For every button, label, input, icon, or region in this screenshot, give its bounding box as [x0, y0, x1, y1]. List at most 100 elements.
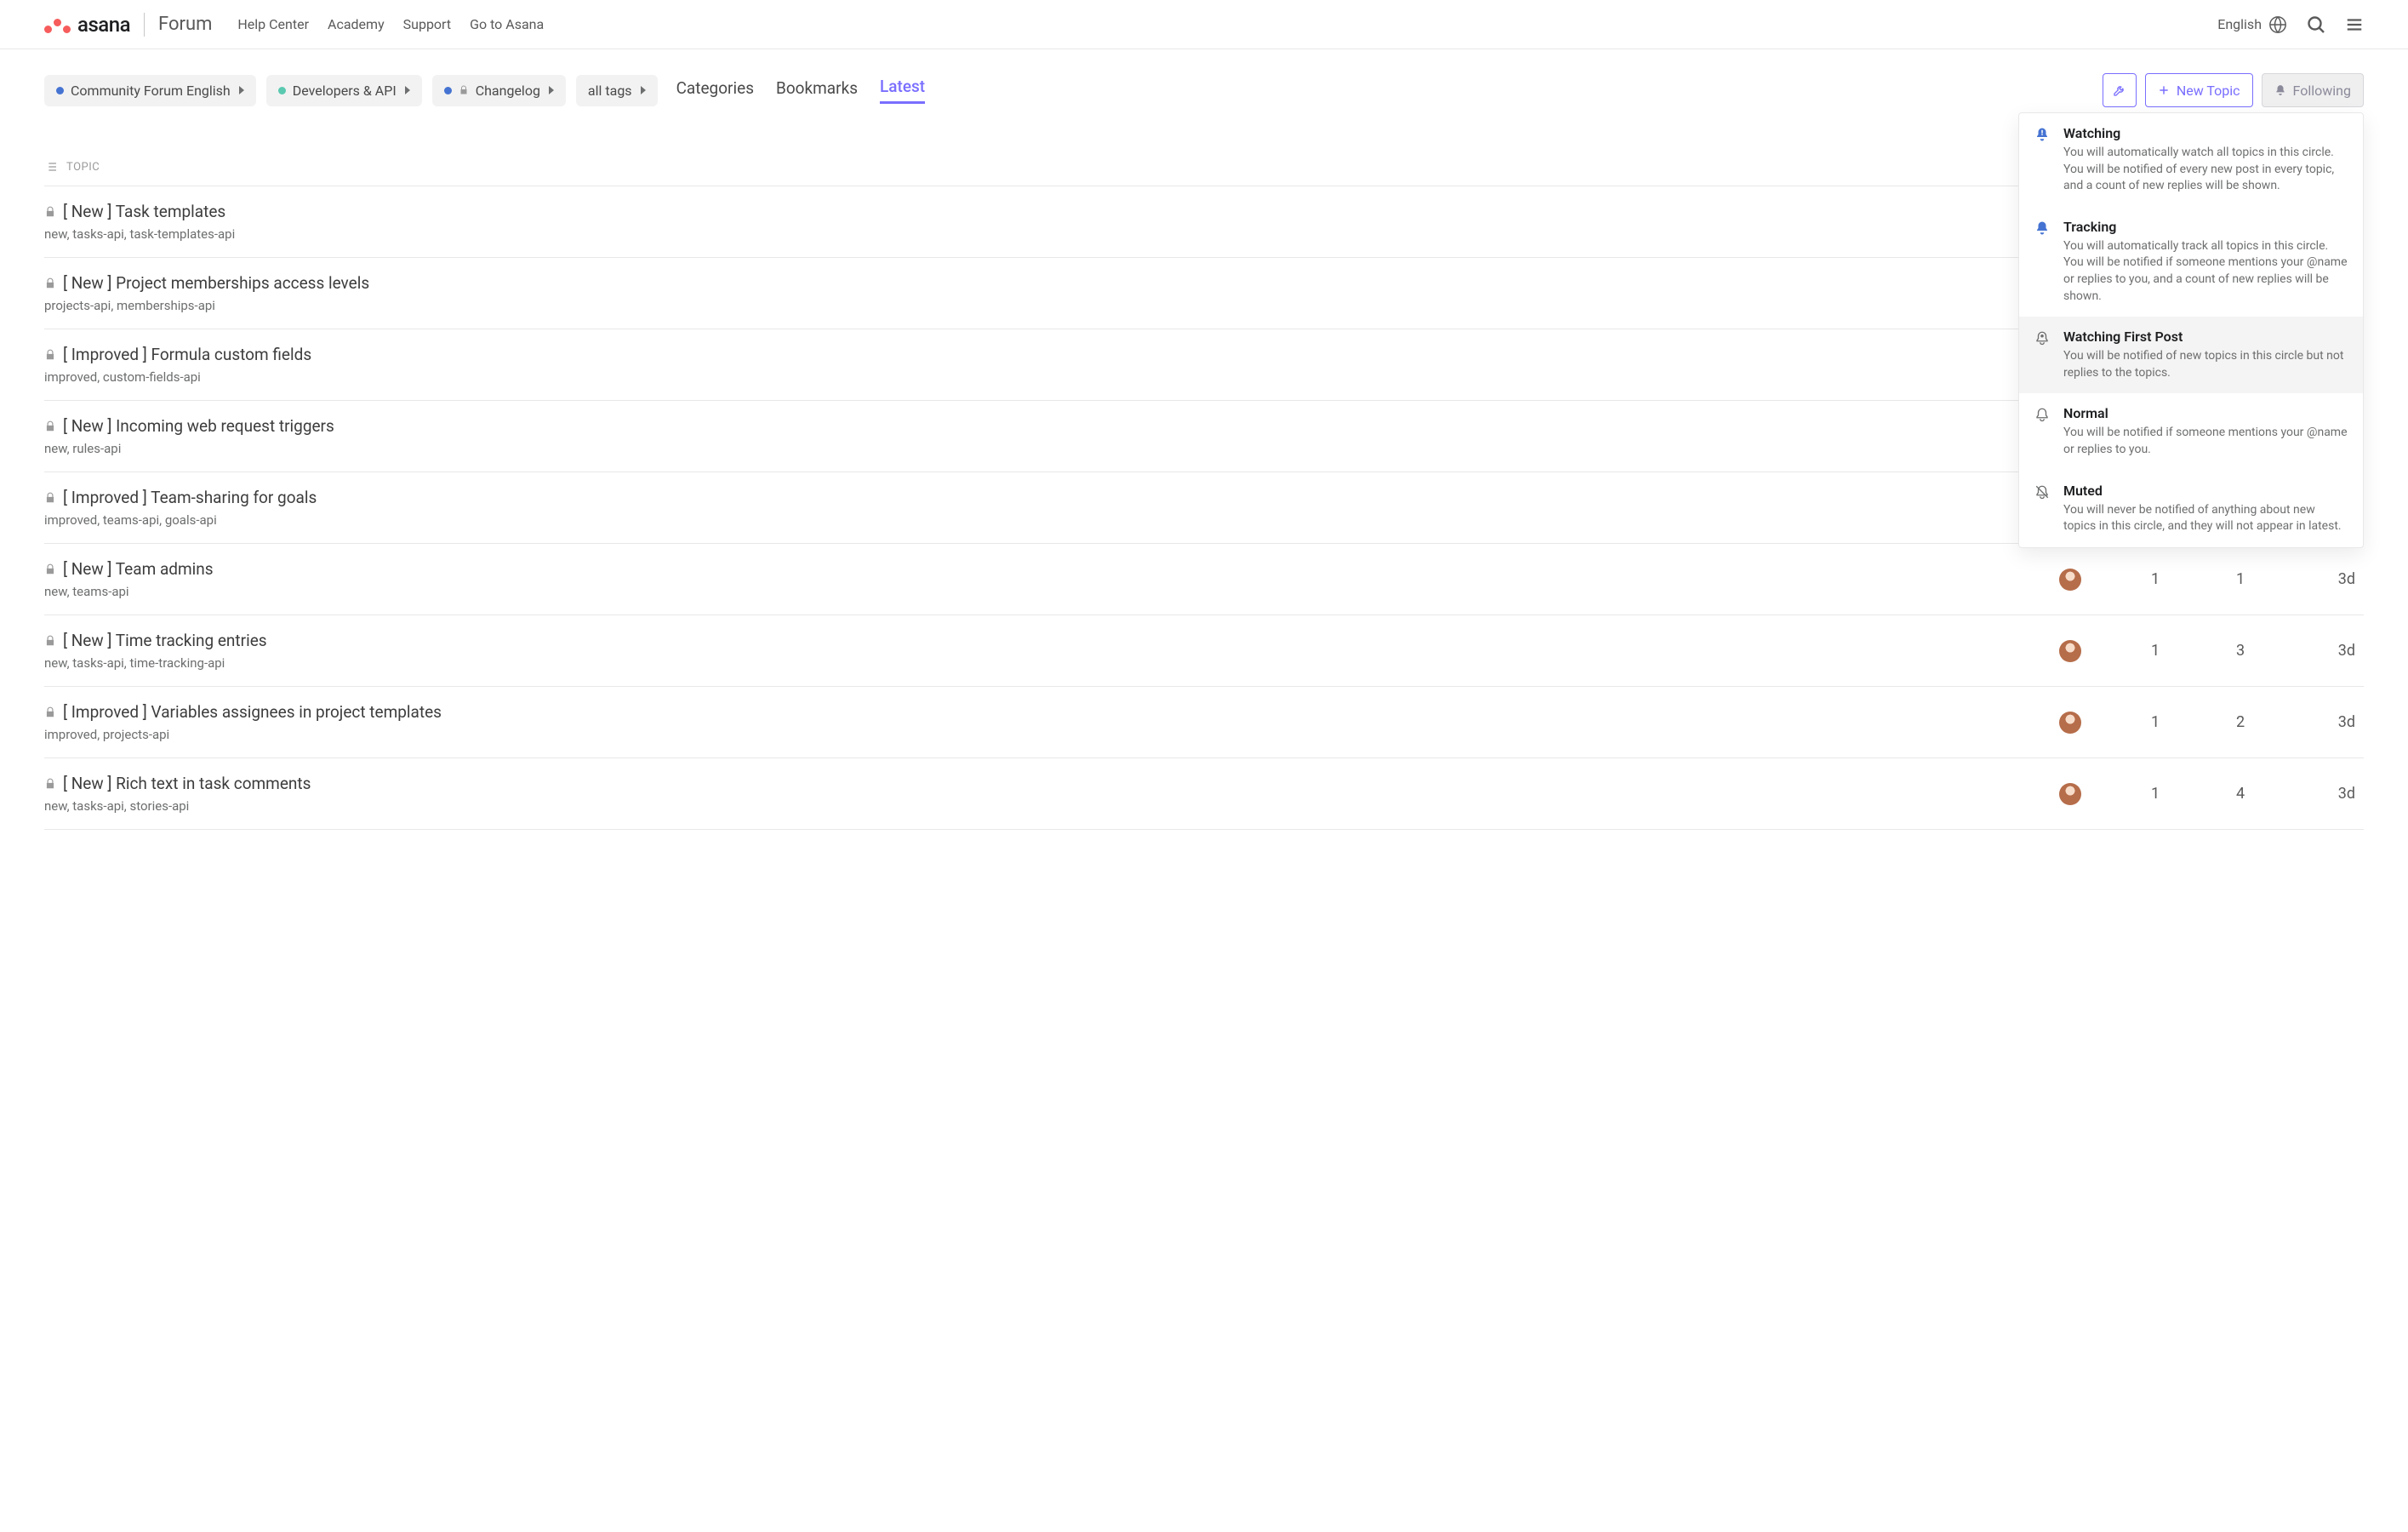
category-filter-2-label: Developers & API	[293, 83, 397, 99]
topic-tags: improved, teams-api, goals-api	[44, 512, 2023, 528]
category-color-icon	[278, 87, 286, 94]
language-selector[interactable]: English	[2217, 15, 2287, 34]
bell-icon	[2034, 220, 2050, 236]
asana-logo-icon	[44, 20, 71, 28]
tab-categories[interactable]: Categories	[676, 78, 754, 103]
dropdown-option-title: Watching	[2063, 125, 2348, 141]
author-avatar[interactable]	[2059, 640, 2081, 662]
dropdown-option-normal[interactable]: Normal You will be notified if someone m…	[2019, 393, 2363, 470]
language-label: English	[2217, 16, 2262, 32]
topic-row[interactable]: [ Improved ] Team-sharing for goals impr…	[44, 472, 2364, 544]
brand-name: asana	[77, 13, 130, 37]
dropdown-option-desc: You will automatically track all topics …	[2063, 238, 2348, 305]
category-filter-1-label: Community Forum English	[71, 83, 231, 99]
site-name[interactable]: Forum	[158, 14, 212, 35]
category-filter-1[interactable]: Community Forum English	[44, 75, 256, 106]
lock-icon	[459, 85, 469, 95]
topic-row[interactable]: [ New ] Incoming web request triggers ne…	[44, 401, 2364, 472]
dropdown-option-desc: You will be notified of new topics in th…	[2063, 348, 2348, 381]
dropdown-option-watching-first-post[interactable]: Watching First Post You will be notified…	[2019, 317, 2363, 393]
lock-icon	[44, 349, 56, 361]
topic-age: 3d	[2287, 785, 2364, 803]
filter-bar: Community Forum English Developers & API…	[44, 73, 2364, 107]
topic-row[interactable]: [ New ] Task templates new, tasks-api, t…	[44, 186, 2364, 258]
category-filter-3-label: Changelog	[476, 83, 540, 99]
divider	[144, 13, 145, 37]
top-nav: Help Center Academy Support Go to Asana	[237, 16, 544, 32]
topic-row[interactable]: [ New ] Rich text in task comments new, …	[44, 758, 2364, 830]
category-color-icon	[56, 87, 64, 94]
topic-age: 3d	[2287, 713, 2364, 731]
topic-replies: 1	[2117, 785, 2194, 803]
lock-icon	[44, 635, 56, 647]
topic-age: 3d	[2287, 642, 2364, 660]
new-topic-button[interactable]: New Topic	[2145, 73, 2253, 107]
following-label: Following	[2293, 83, 2351, 99]
nav-support[interactable]: Support	[403, 16, 451, 32]
admin-wrench-button[interactable]	[2103, 73, 2137, 107]
wrench-icon	[2113, 83, 2126, 97]
nav-help-center[interactable]: Help Center	[237, 16, 309, 32]
following-button[interactable]: Following	[2262, 73, 2364, 107]
tags-filter-label: all tags	[588, 83, 632, 99]
topic-title: [ Improved ] Variables assignees in proj…	[63, 702, 442, 722]
list-icon	[44, 160, 58, 174]
lock-icon	[44, 492, 56, 504]
author-avatar[interactable]	[2059, 569, 2081, 591]
bell-icon	[2274, 84, 2286, 96]
category-filter-2[interactable]: Developers & API	[266, 75, 422, 106]
lock-icon	[44, 563, 56, 575]
dropdown-option-title: Normal	[2063, 405, 2348, 421]
dropdown-option-watching[interactable]: Watching You will automatically watch al…	[2019, 113, 2363, 207]
category-color-icon	[444, 87, 452, 94]
category-filter-3[interactable]: Changelog	[432, 75, 566, 106]
brand-logo[interactable]: asana	[44, 13, 130, 37]
bell-outline-icon	[2034, 407, 2050, 422]
topic-row[interactable]: [ New ] Time tracking entries new, tasks…	[44, 615, 2364, 687]
topic-tags: new, rules-api	[44, 441, 2023, 456]
author-avatar[interactable]	[2059, 712, 2081, 734]
topic-list-header: TOPIC	[44, 107, 2364, 186]
nav-go-to-asana[interactable]: Go to Asana	[470, 16, 544, 32]
topic-title: [ New ] Project memberships access level…	[63, 273, 369, 293]
nav-academy[interactable]: Academy	[328, 16, 385, 32]
topic-title: [ New ] Incoming web request triggers	[63, 416, 334, 436]
tab-latest[interactable]: Latest	[880, 77, 925, 104]
topic-column-label: TOPIC	[66, 161, 100, 174]
topic-replies: 1	[2117, 642, 2194, 660]
dropdown-option-desc: You will automatically watch all topics …	[2063, 145, 2348, 195]
plus-icon	[2158, 84, 2170, 96]
topic-tags: new, teams-api	[44, 584, 2023, 599]
bell-off-icon	[2034, 484, 2050, 500]
topic-title: [ New ] Time tracking entries	[63, 631, 267, 650]
tags-filter[interactable]: all tags	[576, 75, 658, 106]
new-topic-label: New Topic	[2177, 83, 2240, 99]
chevron-right-icon	[405, 86, 410, 94]
tab-bookmarks[interactable]: Bookmarks	[776, 78, 858, 103]
topic-replies: 1	[2117, 570, 2194, 588]
chevron-right-icon	[239, 86, 244, 94]
topic-row[interactable]: [ New ] Team admins new, teams-api 1 1 3…	[44, 544, 2364, 615]
topic-row[interactable]: [ Improved ] Formula custom fields impro…	[44, 329, 2364, 401]
site-header: asana Forum Help Center Academy Support …	[0, 0, 2408, 49]
topic-row[interactable]: [ Improved ] Variables assignees in proj…	[44, 687, 2364, 758]
dropdown-option-muted[interactable]: Muted You will never be notified of anyt…	[2019, 471, 2363, 547]
dropdown-option-title: Muted	[2063, 483, 2348, 499]
lock-icon	[44, 706, 56, 718]
chevron-right-icon	[549, 86, 554, 94]
search-button[interactable]	[2306, 14, 2326, 35]
menu-button[interactable]	[2345, 15, 2364, 34]
topic-views: 4	[2202, 785, 2279, 803]
chevron-right-icon	[641, 86, 646, 94]
topic-row[interactable]: [ New ] Project memberships access level…	[44, 258, 2364, 329]
author-avatar[interactable]	[2059, 783, 2081, 805]
dropdown-option-title: Watching First Post	[2063, 329, 2348, 345]
dropdown-option-tracking[interactable]: Tracking You will automatically track al…	[2019, 207, 2363, 317]
topic-title: [ New ] Rich text in task comments	[63, 774, 311, 793]
dropdown-option-title: Tracking	[2063, 219, 2348, 235]
lock-icon	[44, 778, 56, 790]
topic-tags: new, tasks-api, time-tracking-api	[44, 655, 2023, 671]
topic-replies: 1	[2117, 713, 2194, 731]
topic-age: 3d	[2287, 570, 2364, 588]
topic-views: 2	[2202, 713, 2279, 731]
